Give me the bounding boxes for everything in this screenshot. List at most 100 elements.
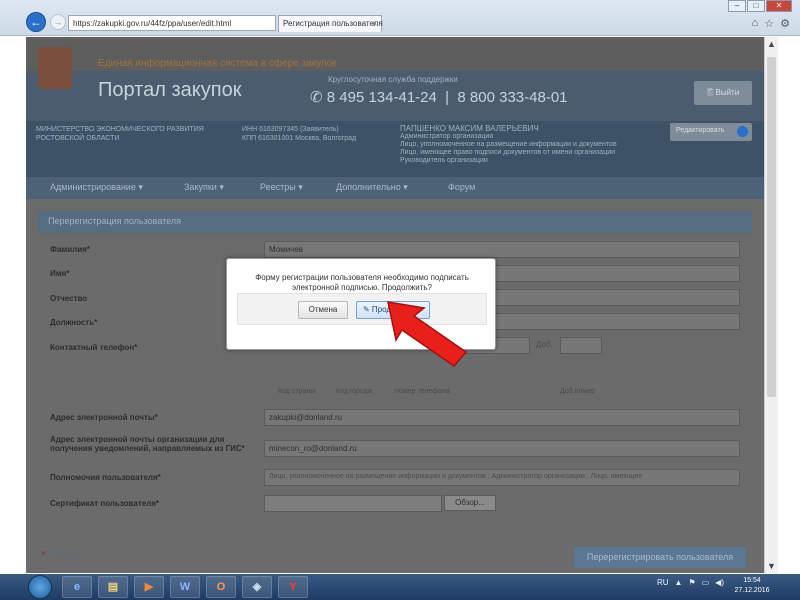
logout-icon: 🖺 [706,88,714,97]
language-indicator[interactable]: RU [657,578,669,587]
maximize-button[interactable]: □ [747,0,765,12]
user-role: Руководитель организации [400,157,488,164]
user-role: Лицо, имеющее право подписи документов о… [400,149,616,156]
forward-button[interactable]: → [50,14,66,30]
tray-arrow-icon[interactable]: ▲ [675,578,683,587]
edit-profile-button[interactable]: Редактировать [670,123,752,141]
ministry-name: МИНИСТЕРСТВО ЭКОНОМИЧЕСКОГО РАЗВИТИЯ РОС… [36,126,204,142]
menu-item-registries[interactable]: Реестры ▾ [260,182,303,193]
ext-label: Доб. [536,340,553,349]
cross-icon: ✕ [40,549,47,558]
label-patronymic: Отчество [50,294,88,303]
home-icon[interactable]: ⌂ [752,17,759,30]
ie-app-icon[interactable]: e [62,576,92,598]
page-scrollbar[interactable]: ▲ ▼ [764,37,778,573]
label-certificate: Сертификат пользователя* [50,499,160,508]
network-app-icon[interactable]: ◈ [242,576,272,598]
menu-item-purchases[interactable]: Закупки ▾ [184,182,224,193]
email-input[interactable]: zakupki@donland.ru [264,409,740,426]
inn-line-1: ИНН 6163097345 (Заявитель) [242,126,339,133]
flag-icon[interactable]: ⚑ [688,578,695,587]
cancel-link-label: Отменить [46,549,84,558]
dialog-cancel-button[interactable]: Отмена [298,301,348,319]
dialog-dot: . [495,341,498,350]
coat-of-arms-icon [38,47,72,89]
close-window-button[interactable]: ✕ [766,0,792,12]
powers-select[interactable]: Лицо, уполномоченное на размещение инфор… [264,469,740,486]
outlook-app-icon[interactable]: O [206,576,236,598]
label-powers: Полномочия пользователя* [50,473,161,482]
user-info: ПАПШЕНКО МАКСИМ ВАЛЕРЬЕВИЧ Администратор… [400,125,660,165]
logout-button[interactable]: 🖺 Выйти [694,81,752,105]
phone-ext-input[interactable] [560,337,602,354]
menu-item-forum[interactable]: Форум [448,182,475,192]
user-role: Администратор организации [400,133,494,140]
label-org-email: Адрес электронной почты организации для … [50,435,245,453]
user-role: Лицо, уполномоченное на размещение инфор… [400,141,617,148]
sub-ext-number: Доб.номер [560,388,596,395]
phone-2: 8 800 333-48-01 [457,89,568,106]
inn-info: ИНН 6163097345 (Заявитель) КПП 616301001… [242,125,392,143]
dialog-message: Форму регистрации пользователя необходим… [255,273,469,292]
explorer-app-icon[interactable]: ▤ [98,576,128,598]
address-bar[interactable]: https://zakupki.gov.ru/44fz/ppa/user/edi… [68,15,276,31]
browse-button[interactable]: Обзор... [444,495,496,511]
arrow-right-icon [737,126,748,137]
section-title: Перерегистрация пользователя [38,211,752,233]
tab-close-icon[interactable]: × [372,19,377,28]
minimize-button[interactable]: – [728,0,746,12]
scroll-down-icon[interactable]: ▼ [767,561,776,571]
reregister-user-button[interactable]: Перерегистрировать пользователя [574,547,746,568]
surname-input[interactable]: Момичев [264,241,740,258]
org-email-input[interactable]: minecon_ro@donland.ru [264,440,740,457]
scroll-thumb[interactable] [767,57,776,397]
menu-item-administration[interactable]: Администрирование ▾ [50,182,143,193]
system-tray: RU ▲ ⚑ ▭ ◀) [657,578,724,587]
sub-city-code: Код города [336,388,372,395]
menu-item-additional[interactable]: Дополнительно ▾ [336,182,408,193]
label-position: Должность* [50,318,98,327]
red-arrow-icon [387,301,468,368]
label-phone: Контактный телефон* [50,343,138,352]
portal-title: Портал закупок [98,79,242,101]
site-header: Единая информационная система в сфере за… [26,37,764,71]
browser-chrome: – □ ✕ ← → https://zakupki.gov.ru/44fz/pp… [0,0,800,36]
label-email: Адрес электронной почты* [50,413,158,422]
windows-taskbar: e ▤ ▶ W O ◈ Y RU ▲ ⚑ ▭ ◀) 15:54 27.12.20… [0,574,800,600]
taskbar-clock[interactable]: 15:54 27.12.2016 [732,576,772,596]
scroll-up-icon[interactable]: ▲ [767,39,776,49]
word-app-icon[interactable]: W [170,576,200,598]
label-name: Имя* [50,269,70,278]
volume-icon[interactable]: ◀) [715,578,724,587]
phone-separator: | [441,89,454,106]
form-area: Перерегистрация пользователя Фамилия* Мо… [26,199,764,573]
cancel-link[interactable]: ✕Отменить [40,549,83,558]
favorites-icon[interactable]: ☆ [764,17,774,30]
window-controls: – □ ✕ [727,0,792,12]
main-menu: Администрирование ▾ Закупки ▾ Реестры ▾ … [26,177,764,199]
network-icon[interactable]: ▭ [702,578,710,587]
phone-1: 8 495 134-41-24 [326,89,437,106]
organization-bar: МИНИСТЕРСТВО ЭКОНОМИЧЕСКОГО РАЗВИТИЯ РОС… [26,121,764,177]
support-phones: ✆ 8 495 134-41-24 | 8 800 333-48-01 [310,88,568,106]
media-app-icon[interactable]: ▶ [134,576,164,598]
yandex-browser-icon[interactable]: Y [278,576,308,598]
url-text: https://zakupki.gov.ru/44fz/ppa/user/edi… [73,19,232,28]
logout-label: Выйти [715,88,740,97]
back-button[interactable]: ← [26,12,46,32]
label-surname: Фамилия* [50,245,90,254]
phone-icon: ✆ [310,89,323,106]
certificate-file-input[interactable] [264,495,442,512]
inn-line-2: КПП 616301001 Москва, Волгоград [242,135,357,142]
browser-toolbar-icons: ⌂ ☆ ⚙ [752,17,790,30]
clock-date: 27.12.2016 [734,587,770,594]
tab-title: Регистрация пользователя [283,19,383,28]
red-arrow-shape [387,301,468,368]
start-button[interactable] [28,575,52,599]
clock-time: 15:54 [743,577,761,584]
portal-bar: Портал закупок Круглосуточная служба под… [26,71,764,121]
user-name: ПАПШЕНКО МАКСИМ ВАЛЕРЬЕВИЧ [400,124,539,133]
settings-gear-icon[interactable]: ⚙ [780,17,790,30]
edit-profile-label: Редактировать [676,127,725,134]
browser-tab[interactable]: Регистрация пользователя × [278,15,383,32]
